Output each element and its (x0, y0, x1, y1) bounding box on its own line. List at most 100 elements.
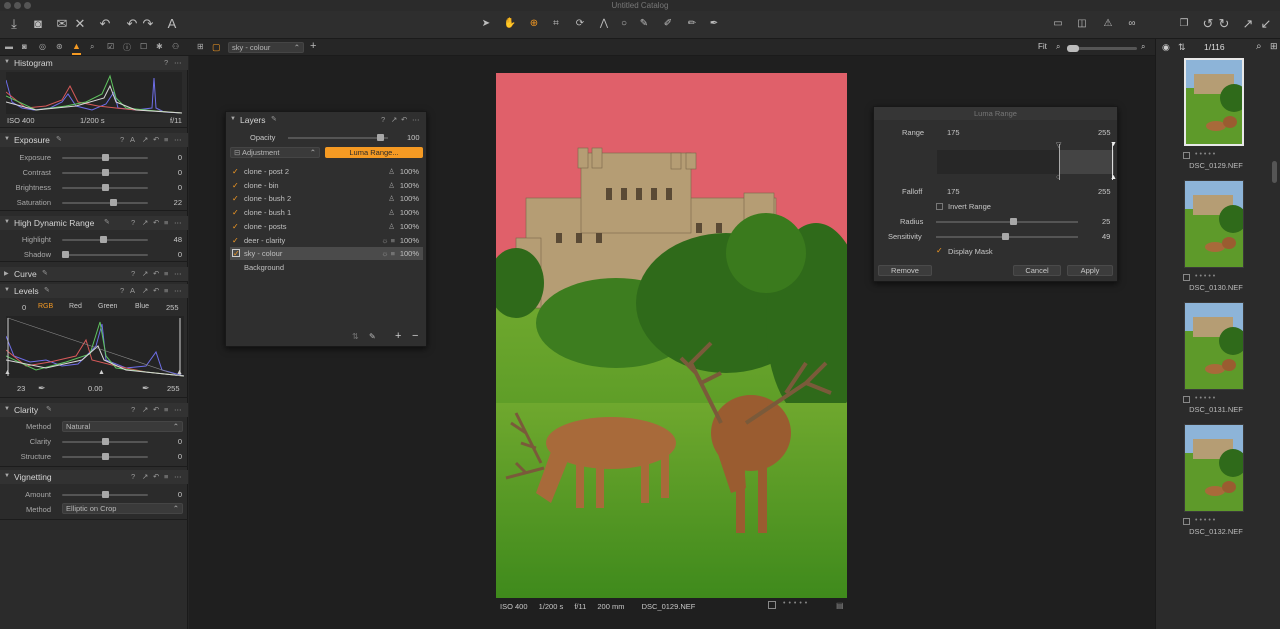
radius-value[interactable]: 25 (1102, 217, 1110, 226)
tab-blue[interactable]: Blue (135, 303, 149, 310)
slider-track[interactable] (62, 199, 148, 206)
range-low-handle[interactable]: ▽ (1056, 141, 1061, 149)
slider-track[interactable] (62, 184, 148, 191)
layer-row[interactable]: ✓ deer - clarity ☼ ≡ 100% (230, 234, 423, 247)
help-icon[interactable]: ? (164, 58, 168, 67)
slider-track[interactable] (62, 236, 148, 243)
clarity-method-select[interactable]: Natural ⌃ (62, 421, 183, 432)
metadata-tab-icon[interactable]: ⓘ (123, 42, 131, 53)
zoom-window-button[interactable] (24, 2, 31, 9)
color-tab-icon[interactable]: ⊛ (56, 42, 63, 51)
keystone-tool-icon[interactable]: ⋀ (596, 15, 612, 33)
levels-midtone[interactable]: 0.00 (88, 384, 103, 393)
redo-arrow-icon[interactable]: ↷ (140, 15, 156, 33)
slider-track[interactable] (62, 154, 148, 161)
pencil-icon[interactable]: ✎ (56, 135, 62, 143)
thumbnail[interactable] (1184, 58, 1244, 146)
zoom-slider[interactable] (1067, 45, 1137, 52)
copy-adjust-icon[interactable]: ↗ (1240, 15, 1256, 33)
slider-value[interactable]: 0 (158, 250, 182, 259)
browser-scrollbar[interactable] (1272, 161, 1277, 183)
hdr-header[interactable]: ▼ High Dynamic Range ✎ ? ↗ ↶ ≡ ⋯ (0, 216, 188, 230)
zoom-tool-icon[interactable]: ⊕ (526, 15, 542, 33)
opacity-value[interactable]: 100 (407, 133, 420, 142)
levels-input-low[interactable]: 0 (22, 303, 26, 312)
reset-icon[interactable]: ↶ (153, 286, 159, 295)
glasses-icon[interactable]: ∞ (1124, 15, 1140, 33)
slider-value[interactable]: 0 (158, 168, 182, 177)
text-icon[interactable]: A (164, 15, 180, 33)
collapse-icon[interactable]: ▼ (230, 116, 236, 122)
thumbnail-select-checkbox[interactable] (1183, 396, 1190, 403)
more-icon[interactable]: ⋯ (174, 472, 182, 481)
sort-icon[interactable]: ⇅ (1178, 42, 1186, 53)
more-icon[interactable]: ⋯ (174, 286, 182, 295)
rating-dots[interactable]: ••••• (783, 600, 810, 607)
layer-row[interactable]: ✓ clone - bush 1 ♙ 100% (230, 206, 423, 219)
slider-knob[interactable] (1002, 233, 1010, 240)
slider-knob[interactable] (1010, 218, 1018, 225)
slider-knob[interactable] (101, 438, 109, 445)
help-icon[interactable]: ? (120, 286, 124, 295)
black-picker-icon[interactable]: ✒ (38, 383, 46, 394)
help-icon[interactable]: ? (120, 135, 124, 144)
radius-slider[interactable] (936, 218, 1078, 225)
undo-arrow-icon[interactable]: ↶ (124, 15, 140, 33)
slider-value[interactable]: 0 (158, 437, 182, 446)
sensitivity-value[interactable]: 49 (1102, 232, 1110, 241)
adjust-tab-icon[interactable]: ☑ (107, 42, 114, 51)
levels-graph[interactable] (6, 316, 184, 378)
single-view-icon[interactable]: ▢ (212, 42, 221, 53)
tab-green[interactable]: Green (98, 303, 117, 310)
presets-icon[interactable]: ≡ (164, 472, 168, 481)
range-high-value[interactable]: 255 (1098, 128, 1111, 137)
more-icon[interactable]: ⋯ (174, 269, 182, 278)
exposure-header[interactable]: ▼ Exposure ✎ ? A ↗ ↶ ≡ ⋯ (0, 133, 188, 147)
rating-dots[interactable]: ••••• (1195, 273, 1217, 280)
copy-icon[interactable]: ↗ (142, 286, 148, 295)
more-icon[interactable]: ⋯ (412, 115, 420, 124)
white-point-handle[interactable]: ▲ (176, 369, 183, 376)
slider-knob[interactable] (101, 491, 109, 498)
layer-visible-checkbox[interactable]: ✓ (232, 206, 239, 219)
pencil-icon[interactable]: ✎ (42, 269, 48, 277)
thumbnail-select-checkbox[interactable] (1183, 518, 1190, 525)
slider-value[interactable]: 0 (158, 183, 182, 192)
pencil-icon[interactable]: ✎ (271, 115, 277, 123)
layer-row[interactable]: Background (230, 261, 423, 274)
luma-range-button[interactable]: Luma Range... (325, 147, 423, 158)
thumbnail-select-checkbox[interactable] (1183, 152, 1190, 159)
pencil-icon[interactable]: ✎ (44, 286, 50, 294)
help-icon[interactable]: ? (131, 472, 135, 481)
slider-knob[interactable] (99, 236, 107, 243)
midpoint-handle[interactable]: ▲ (98, 369, 105, 376)
layer-row[interactable]: ✓ clone - bin ♙ 100% (230, 179, 423, 192)
vignetting-amount-value[interactable]: 0 (158, 490, 182, 499)
presets-icon[interactable]: ≡ (164, 405, 168, 414)
slider-knob[interactable] (377, 134, 384, 141)
import-icon[interactable]: ⤓ (6, 15, 22, 33)
slider-knob[interactable] (62, 251, 69, 258)
tab-rgb[interactable]: RGB (38, 303, 53, 310)
close-window-button[interactable] (4, 2, 11, 9)
layer-row[interactable]: ✓ sky - colour ☼ ≡ 100% (230, 247, 423, 261)
lens-tab-icon[interactable]: ◎ (39, 42, 46, 51)
slider-value[interactable]: 0 (158, 153, 182, 162)
brush-menu-icon[interactable]: ✎ (369, 332, 376, 341)
clarity-header[interactable]: ▼ Clarity ✎ ? ↗ ↶ ≡ ⋯ (0, 403, 188, 417)
settings-tab-icon[interactable]: ✱ (156, 42, 163, 51)
levels-output-high[interactable]: 255 (167, 384, 180, 393)
slider-knob[interactable] (101, 184, 109, 191)
layer-row[interactable]: ✓ clone - posts ♙ 100% (230, 220, 423, 233)
levels-input-high[interactable]: 255 (166, 303, 179, 312)
capture-tab-icon[interactable]: ◙ (22, 42, 27, 51)
reset-icon[interactable]: ↶ (401, 115, 407, 124)
rating-dots[interactable]: ••••• (1195, 395, 1217, 402)
falloff-high-handle[interactable]: ▲ (1110, 174, 1117, 181)
display-mask-checkbox[interactable]: ✓ (936, 246, 943, 255)
warning-icon[interactable]: ⚠ (1100, 15, 1116, 33)
tab-red[interactable]: Red (69, 303, 82, 310)
pencil-icon[interactable]: ✎ (46, 405, 52, 413)
range-high-handle[interactable]: ▼ (1110, 141, 1117, 148)
falloff-high-value[interactable]: 255 (1098, 187, 1111, 196)
